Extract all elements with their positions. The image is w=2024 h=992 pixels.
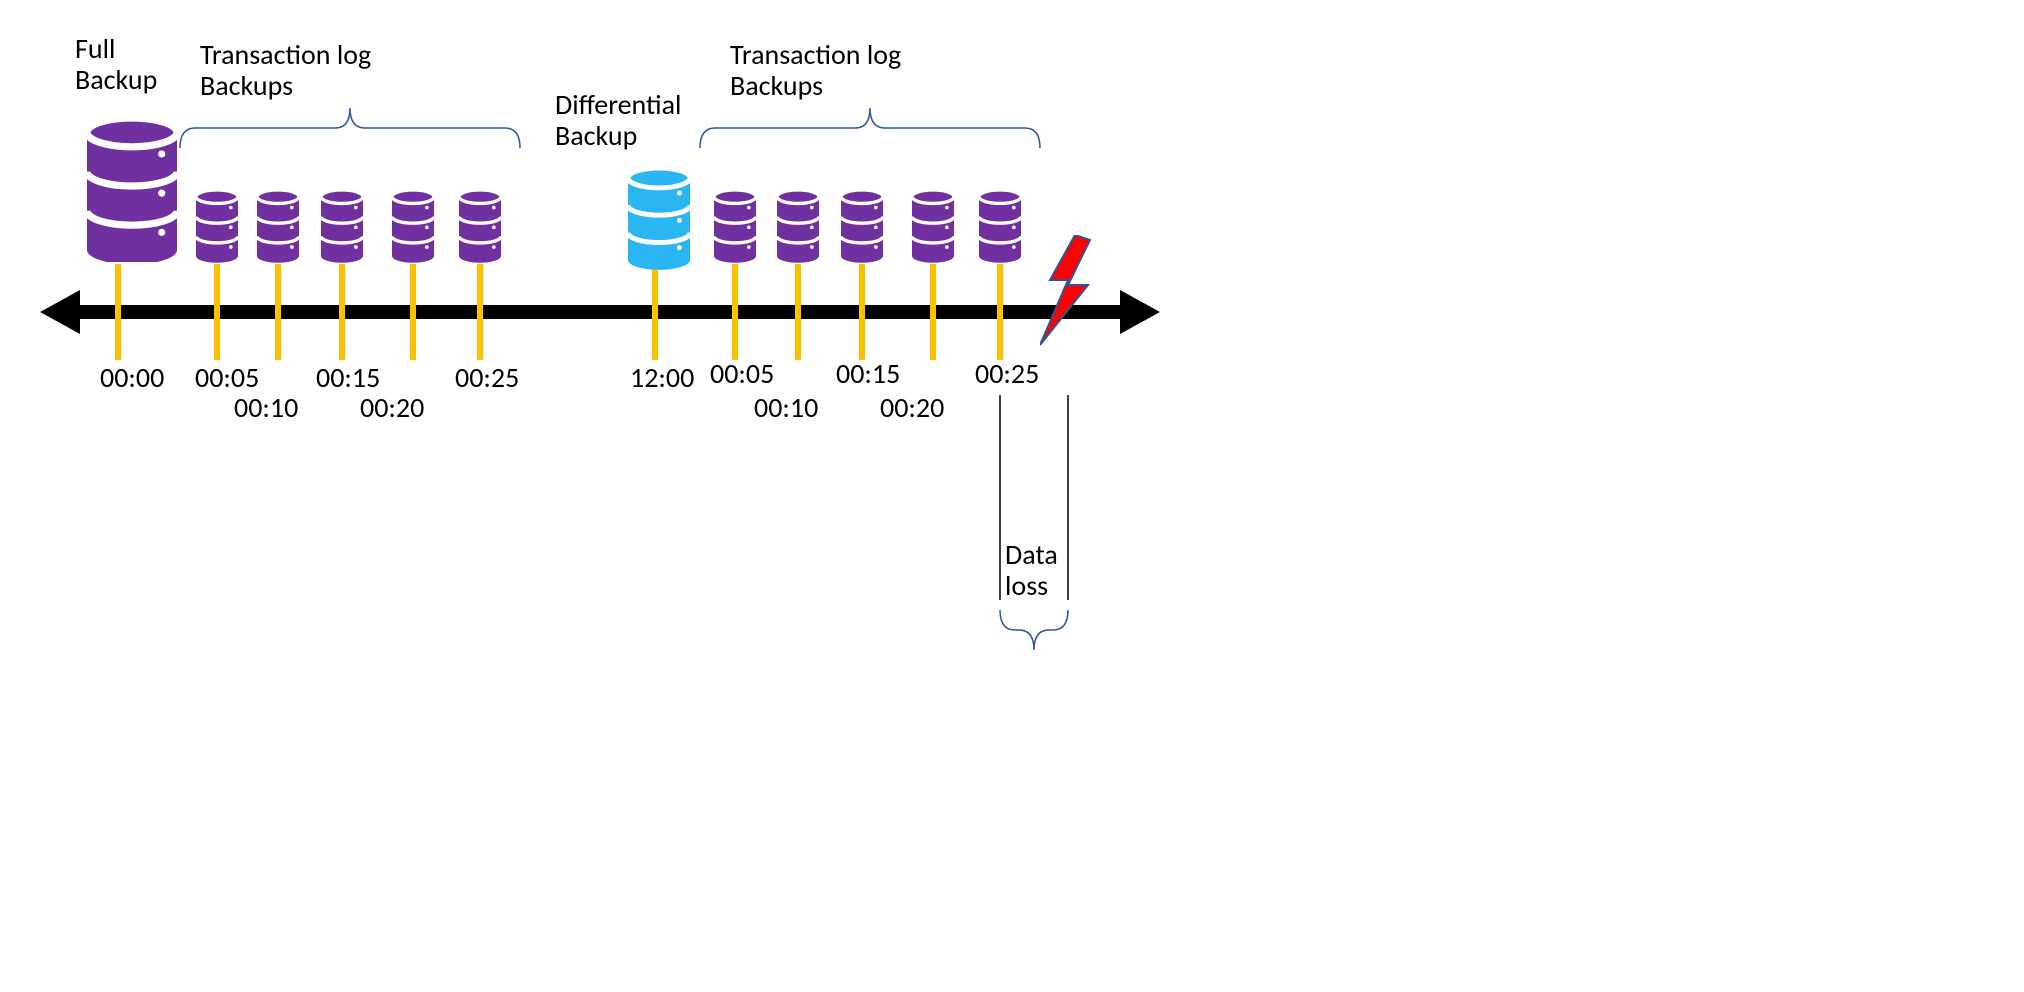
lightning-icon [1040, 235, 1100, 355]
diagram-canvas: Full Backup Transaction log Backups Diff… [0, 0, 1516, 744]
brace-txn-1 [0, 0, 1200, 700]
